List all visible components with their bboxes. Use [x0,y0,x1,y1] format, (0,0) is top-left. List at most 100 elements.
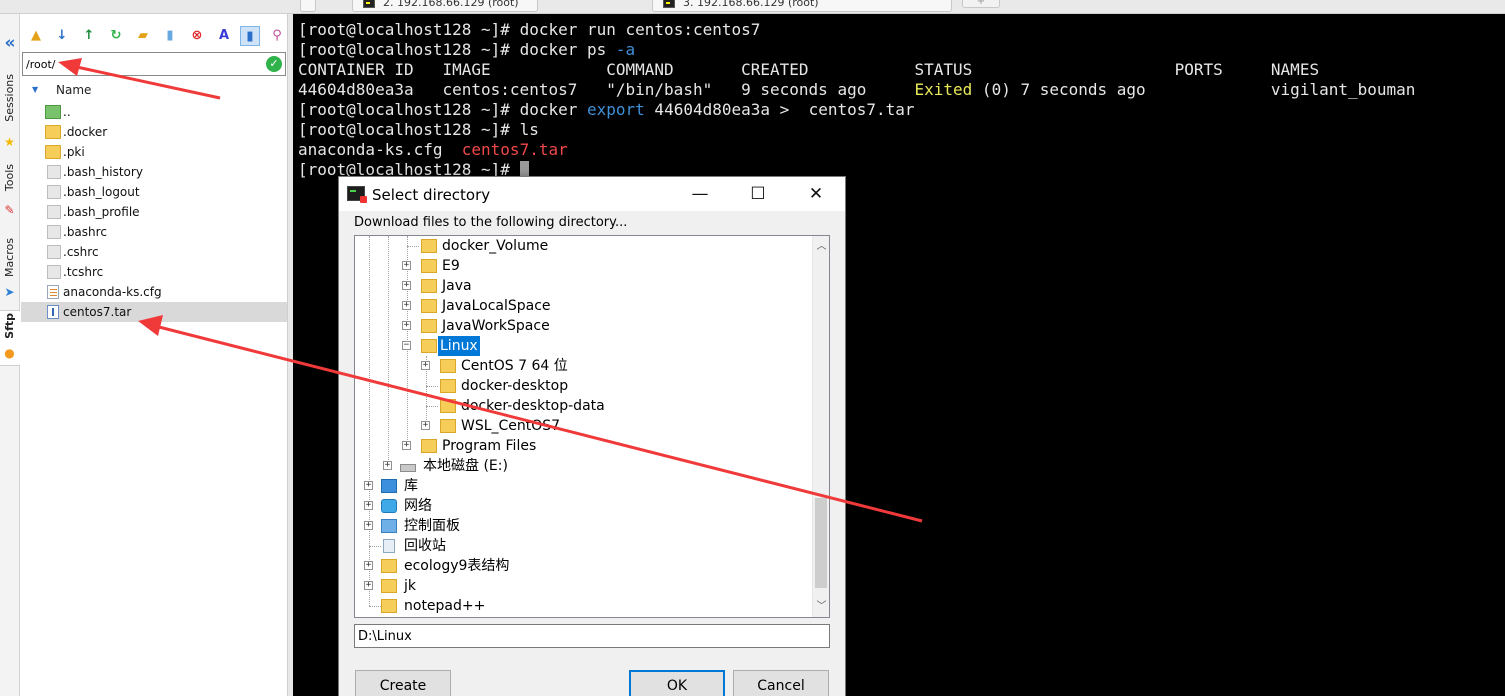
file-row[interactable]: .bash_profile [21,202,287,222]
dialog-title-bar[interactable]: Select directory — ☐ ✕ [339,177,845,211]
chevron-up-icon[interactable]: ︿ [813,238,829,255]
tree-node[interactable]: + 库 [355,476,795,496]
sidebar-tab-sessions[interactable]: Sessions ★ [0,72,20,152]
tree-node[interactable]: + Java [355,276,795,296]
file-row[interactable]: .pki [21,142,287,162]
file-row[interactable]: .docker [21,122,287,142]
sort-down-icon[interactable]: ▼ [32,85,38,94]
tree-node[interactable]: + CentOS 7 64 位 [355,356,795,376]
wrench-icon: ✎ [4,203,15,217]
directory-path-input[interactable] [354,624,830,648]
tree-node[interactable]: + jk [355,576,795,596]
tree-node[interactable]: notepad++ [355,596,795,616]
tab-scroll-left[interactable] [300,0,316,12]
file-row[interactable]: .tcshrc [21,262,287,282]
new-file-icon[interactable]: ▮ [160,26,180,46]
file-row[interactable]: anaconda-ks.cfg [21,282,287,302]
close-button[interactable]: ✕ [787,177,845,211]
folder-icon [421,239,437,253]
sidebar-tab-label: Sessions [3,74,16,122]
tree-node[interactable]: 回收站 [355,536,795,556]
minimize-button[interactable]: — [671,177,729,211]
folder-icon [421,439,437,453]
file-row-parent[interactable]: .. [21,102,287,122]
tree-node[interactable]: + 本地磁盘 (E:) [355,456,795,476]
chevron-down-icon[interactable]: ﹀ [813,598,829,615]
expand-icon[interactable]: + [364,581,373,590]
column-header-name[interactable]: Name [56,83,91,97]
checkmark-icon[interactable]: ✓ [266,56,282,72]
tree-node[interactable]: + 网络 [355,496,795,516]
refresh-icon[interactable]: ↻ [106,26,126,46]
file-icon [47,185,61,199]
rename-icon[interactable]: A [214,26,234,46]
file-row[interactable]: .cshrc [21,242,287,262]
tree-node-selected[interactable]: − Linux [355,336,795,356]
new-tab-button[interactable]: + [962,0,1000,8]
tree-node[interactable]: + JavaWorkSpace [355,316,795,336]
tree-node[interactable]: + ecology9表结构 [355,556,795,576]
file-name: .. [63,105,71,119]
file-name: .tcshrc [63,265,104,279]
expand-icon[interactable]: + [402,321,411,330]
folder-up-icon[interactable]: ▲ [26,26,46,46]
collapse-icon[interactable]: − [402,341,411,350]
folder-icon [421,259,437,273]
file-name: .bash_logout [63,185,140,199]
file-row[interactable]: .bashrc [21,222,287,242]
follow-terminal-icon[interactable]: ▮ [240,26,260,46]
sidebar-tab-macros[interactable]: Macros ➤ [0,236,20,306]
terminal-line: CONTAINER ID IMAGE COMMAND CREATED STATU… [298,60,1320,79]
folder-icon [440,379,456,393]
expand-icon[interactable]: + [402,261,411,270]
expand-icon[interactable]: + [402,441,411,450]
sidebar-tab-sftp[interactable]: Sftp ● [0,310,20,366]
file-row[interactable]: .bash_history [21,162,287,182]
tab-session-3[interactable]: 3. 192.168.66.129 (root) [652,0,952,12]
tree-node[interactable]: docker-desktop [355,376,795,396]
directory-tree[interactable]: docker_Volume + E9 + Java + JavaLocalSpa… [354,235,830,618]
magic-wand-icon[interactable]: ⚲ [267,26,287,46]
expand-icon[interactable]: + [364,501,373,510]
session-tab-strip: 2. 192.168.66.129 (root) 3. 192.168.66.1… [0,0,1505,14]
sftp-path-input[interactable] [26,56,256,72]
tree-node[interactable]: + JavaLocalSpace [355,296,795,316]
maximize-button[interactable]: ☐ [729,177,787,211]
expand-icon[interactable]: + [402,301,411,310]
scrollbar-thumb[interactable] [815,498,827,588]
tree-node[interactable]: docker-desktop-data [355,396,795,416]
new-folder-icon[interactable]: ▰ [133,26,153,46]
archive-file-icon [47,305,59,319]
upload-icon[interactable]: ↑ [79,26,99,46]
tree-node[interactable]: + 控制面板 [355,516,795,536]
cancel-button[interactable]: Cancel [733,670,829,696]
download-icon[interactable]: ↓ [52,26,72,46]
expand-icon[interactable]: + [364,561,373,570]
sidebar-tab-label: Sftp [3,313,16,339]
expand-icon[interactable]: + [421,421,430,430]
delete-icon[interactable]: ⊗ [187,26,207,46]
expand-icon[interactable]: + [421,361,430,370]
tree-node[interactable]: docker_Volume [355,236,795,256]
tree-node[interactable]: + E9 [355,256,795,276]
expand-icon[interactable]: + [402,281,411,290]
expand-icon[interactable]: + [383,461,392,470]
tab-label: 3. 192.168.66.129 (root) [683,0,819,9]
file-row-selected[interactable]: centos7.tar [21,302,287,322]
tree-node[interactable]: + Program Files [355,436,795,456]
create-button[interactable]: Create [355,670,451,696]
terminal-line: [root@localhost128 ~]# ls [298,120,539,139]
dialog-prompt: Download files to the following director… [354,215,628,230]
tab-session-2[interactable]: 2. 192.168.66.129 (root) [352,0,538,12]
file-row[interactable]: .bash_logout [21,182,287,202]
terminal-line: anaconda-ks.cfg centos7.tar [298,140,568,159]
folder-icon [421,279,437,293]
tree-node[interactable]: + WSL_CentOS7 [355,416,795,436]
tree-scrollbar[interactable]: ︿ ﹀ [812,236,829,617]
expand-icon[interactable]: + [364,521,373,530]
expand-icon[interactable]: + [364,481,373,490]
ok-button[interactable]: OK [629,670,725,696]
folder-icon [440,399,456,413]
collapse-sidebar-button[interactable]: « [0,34,20,52]
sidebar-tab-tools[interactable]: Tools ✎ [0,162,20,222]
